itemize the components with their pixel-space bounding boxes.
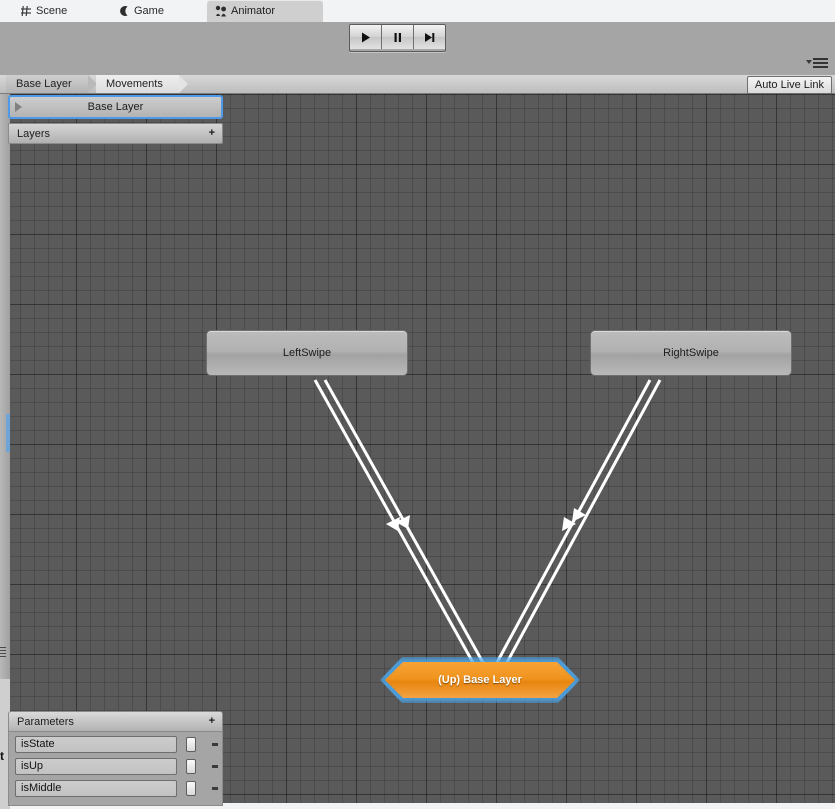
step-icon [423, 31, 436, 44]
animator-icon [215, 5, 227, 17]
parameter-value-checkbox[interactable] [186, 758, 196, 774]
layers-header[interactable]: Layers + [8, 123, 223, 144]
chevron-down-icon [806, 60, 812, 64]
breadcrumb: Base Layer Movements [0, 75, 835, 94]
left-dock-text-fragment: t [0, 749, 4, 763]
left-dock-grip-icon [0, 647, 6, 657]
animator-graph-canvas[interactable]: LeftSwipe RightSwipe (Up) Base Layer [10, 94, 835, 803]
remove-parameter-button[interactable] [211, 786, 218, 790]
parameter-value-checkbox[interactable] [186, 736, 196, 752]
state-node-right-swipe[interactable]: RightSwipe [590, 330, 792, 376]
left-dock-gutter: t [0, 94, 10, 809]
menu-bars [813, 58, 828, 70]
remove-parameter-button[interactable] [211, 764, 218, 768]
parameters-header-label: Parameters [17, 715, 74, 728]
scene-icon [20, 5, 32, 17]
breadcrumb-base-layer-label: Base Layer [16, 78, 72, 90]
parameters-header[interactable]: Parameters + [8, 711, 223, 732]
state-node-left-swipe[interactable]: LeftSwipe [206, 330, 408, 376]
hamburger-menu-icon[interactable] [805, 54, 831, 74]
parameter-row: isMiddle [15, 779, 218, 797]
parameters-panel: Parameters + isState isUp isMiddle [8, 711, 223, 806]
parameter-value-checkbox[interactable] [186, 780, 196, 796]
state-node-left-swipe-label: LeftSwipe [282, 347, 332, 359]
add-layer-button[interactable]: + [209, 128, 215, 139]
parameter-name-input[interactable]: isUp [15, 757, 177, 775]
layers-header-label: Layers [17, 127, 51, 140]
tab-game-label: Game [134, 5, 164, 17]
play-button[interactable] [350, 25, 382, 49]
parameters-list: isState isUp isMiddle [8, 732, 223, 806]
state-node-up-base-layer-label: (Up) Base Layer [438, 674, 522, 686]
step-button[interactable] [414, 25, 445, 49]
state-node-up-base-layer[interactable]: (Up) Base Layer [385, 662, 575, 698]
auto-live-link-button[interactable]: Auto Live Link [746, 76, 832, 94]
parameter-name-input[interactable]: isMiddle [15, 779, 177, 797]
tab-bar [0, 53, 835, 75]
layers-panel: Base Layer Layers + [8, 95, 223, 144]
remove-parameter-button[interactable] [211, 742, 218, 746]
tab-game[interactable]: Game [110, 0, 174, 22]
parameter-name-input[interactable]: isState [15, 735, 177, 753]
play-icon [359, 31, 372, 44]
parameter-row: isUp [15, 757, 218, 775]
state-node-right-swipe-label: RightSwipe [663, 347, 719, 359]
breadcrumb-item-base-layer[interactable]: Base Layer [6, 75, 97, 93]
game-icon [118, 5, 130, 17]
tab-scene[interactable]: Scene [12, 0, 77, 22]
pause-icon [391, 31, 404, 44]
layer-item-base-layer-label: Base Layer [87, 101, 144, 113]
add-parameter-button[interactable]: + [209, 716, 215, 727]
transport-controls [349, 24, 446, 52]
breadcrumb-item-movements[interactable]: Movements [96, 75, 188, 93]
tab-scene-label: Scene [36, 5, 68, 17]
pause-button[interactable] [382, 25, 414, 49]
chevron-right-icon[interactable] [15, 102, 22, 112]
parameter-row: isState [15, 735, 218, 753]
layer-item-base-layer[interactable]: Base Layer [8, 95, 223, 119]
tab-animator[interactable]: Animator [207, 0, 323, 22]
tab-animator-label: Animator [231, 5, 276, 17]
breadcrumb-movements-label: Movements [106, 78, 163, 90]
